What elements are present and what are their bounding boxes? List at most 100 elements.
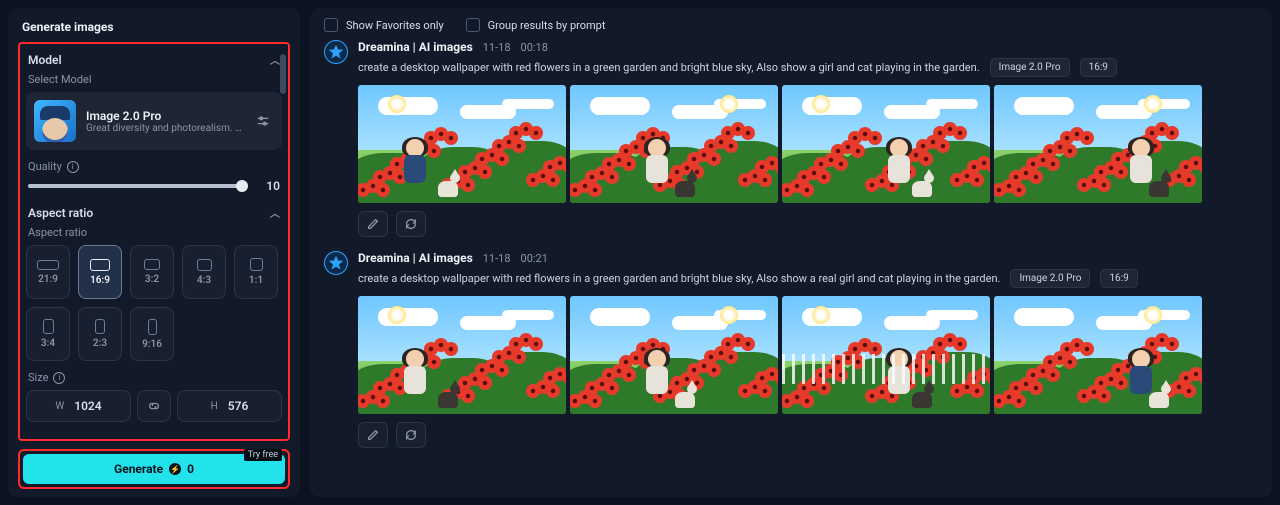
post-date: 11-18: [483, 252, 511, 265]
generate-cost: 0: [187, 462, 194, 476]
height-value: 576: [228, 399, 249, 413]
model-card[interactable]: Image 2.0 Pro Great diversity and photor…: [26, 92, 282, 150]
post-time: 00:18: [521, 41, 548, 54]
sidebar-title: Generate images: [22, 20, 286, 34]
aspect-shape-icon: [197, 259, 212, 271]
post-body: Dreamina | AI images 11-18 00:18 create a d…: [358, 40, 1258, 237]
post-actions: [358, 211, 1258, 237]
model-name: Image 2.0 Pro: [86, 109, 242, 123]
aspect-ratio-label: Aspect ratio: [28, 226, 280, 239]
aspect-label: 16:9: [90, 275, 110, 286]
post-author: Dreamina | AI images: [358, 251, 473, 265]
select-model-label: Select Model: [28, 73, 280, 86]
result-post: Dreamina | AI images 11-18 00:18 create a d…: [324, 40, 1258, 237]
post-author: Dreamina | AI images: [358, 40, 473, 54]
aspect-shape-icon: [95, 319, 105, 334]
settings-panel: Model ︿ Select Model Image 2.0 Pro Great…: [18, 42, 290, 441]
favorites-checkbox[interactable]: Show Favorites only: [324, 18, 444, 32]
model-desc: Great diversity and photorealism. ...: [86, 123, 242, 134]
avatar: [324, 40, 348, 64]
aspect-1-1[interactable]: 1:1: [234, 245, 278, 299]
checkbox-icon: [466, 18, 480, 32]
result-thumbnail[interactable]: [570, 85, 778, 203]
group-checkbox[interactable]: Group results by prompt: [466, 18, 606, 32]
aspect-shape-icon: [37, 260, 59, 270]
edit-button[interactable]: [358, 422, 388, 448]
chevron-up-icon: ︿: [270, 52, 280, 67]
aspect-3-2[interactable]: 3:2: [130, 245, 174, 299]
post-body: Dreamina | AI images 11-18 00:21 create a d…: [358, 251, 1258, 448]
info-icon[interactable]: i: [67, 161, 79, 173]
aspect-4-3[interactable]: 4:3: [182, 245, 226, 299]
post-prompt: create a desktop wallpaper with red flow…: [358, 61, 980, 74]
aspect-section-label: Aspect ratio: [28, 206, 93, 220]
result-thumbnail[interactable]: [994, 85, 1202, 203]
model-info: Image 2.0 Pro Great diversity and photor…: [86, 109, 242, 134]
aspect-label: 9:16: [142, 339, 162, 350]
aspect-label: 4:3: [197, 275, 211, 286]
aspect-21-9[interactable]: 21:9: [26, 245, 70, 299]
result-thumbnail[interactable]: [358, 85, 566, 203]
aspect-shape-icon: [250, 258, 263, 271]
aspect-label: 3:2: [145, 274, 159, 285]
post-prompt: create a desktop wallpaper with red flow…: [358, 272, 1000, 285]
model-thumbnail: [34, 100, 76, 142]
post-date: 11-18: [483, 41, 511, 54]
aspect-16-9[interactable]: 16:9: [78, 245, 122, 299]
sliders-icon[interactable]: [252, 110, 274, 132]
lightning-icon: ⚡: [169, 463, 181, 475]
checkbox-icon: [324, 18, 338, 32]
generate-label: Generate: [114, 462, 163, 476]
height-input[interactable]: H 576: [177, 390, 282, 422]
aspect-label: 1:1: [249, 275, 263, 286]
post-actions: [358, 422, 1258, 448]
model-chip: Image 2.0 Pro: [990, 58, 1070, 77]
sidebar: Generate images Model ︿ Select Model Ima…: [8, 8, 300, 497]
aspect-shape-icon: [90, 259, 110, 271]
width-input[interactable]: W 1024: [26, 390, 131, 422]
result-feed: Dreamina | AI images 11-18 00:18 create a d…: [324, 40, 1258, 487]
aspect-shape-icon: [148, 319, 157, 335]
aspect-section-header[interactable]: Aspect ratio ︿: [28, 205, 280, 220]
result-thumbnail[interactable]: [782, 85, 990, 203]
size-row: W 1024 H 576: [26, 390, 282, 422]
size-label: Size i: [28, 371, 280, 384]
aspect-shape-icon: [43, 319, 54, 334]
generate-wrap: Try free Generate ⚡ 0: [18, 449, 290, 489]
regenerate-button[interactable]: [396, 211, 426, 237]
model-section-header[interactable]: Model ︿: [28, 52, 280, 67]
scrollbar[interactable]: [280, 54, 286, 94]
aspect-chip: 16:9: [1100, 269, 1137, 288]
avatar: [324, 251, 348, 275]
result-thumbnail[interactable]: [358, 296, 566, 414]
model-chip: Image 2.0 Pro: [1010, 269, 1090, 288]
post-time: 00:21: [521, 252, 548, 265]
regenerate-button[interactable]: [396, 422, 426, 448]
filter-bar: Show Favorites only Group results by pro…: [324, 18, 1258, 32]
aspect-2-3[interactable]: 2:3: [78, 307, 122, 361]
aspect-9-16[interactable]: 9:16: [130, 307, 174, 361]
try-free-badge: Try free: [244, 449, 282, 461]
quality-value: 10: [258, 179, 280, 193]
aspect-chip: 16:9: [1080, 58, 1117, 77]
aspect-label: 2:3: [93, 338, 107, 349]
aspect-label: 3:4: [41, 338, 55, 349]
quality-slider[interactable]: [28, 184, 248, 188]
aspect-shape-icon: [144, 259, 160, 270]
result-thumbnail[interactable]: [782, 296, 990, 414]
result-thumbnail[interactable]: [994, 296, 1202, 414]
link-dimensions-button[interactable]: [137, 390, 171, 422]
model-section-label: Model: [28, 53, 62, 67]
edit-button[interactable]: [358, 211, 388, 237]
result-thumbnail[interactable]: [570, 296, 778, 414]
thumbnail-row: [358, 85, 1258, 203]
info-icon[interactable]: i: [53, 372, 65, 384]
aspect-ratio-grid: 21:9 16:9 3:2 4:3 1:1 3:4 2:3 9:16: [26, 245, 282, 361]
quality-label: Quality i: [28, 160, 280, 173]
aspect-3-4[interactable]: 3:4: [26, 307, 70, 361]
aspect-label: 21:9: [38, 274, 58, 285]
chevron-up-icon: ︿: [270, 205, 280, 220]
quality-slider-row: 10: [28, 179, 280, 193]
thumbnail-row: [358, 296, 1258, 414]
result-post: Dreamina | AI images 11-18 00:21 create a d…: [324, 251, 1258, 448]
